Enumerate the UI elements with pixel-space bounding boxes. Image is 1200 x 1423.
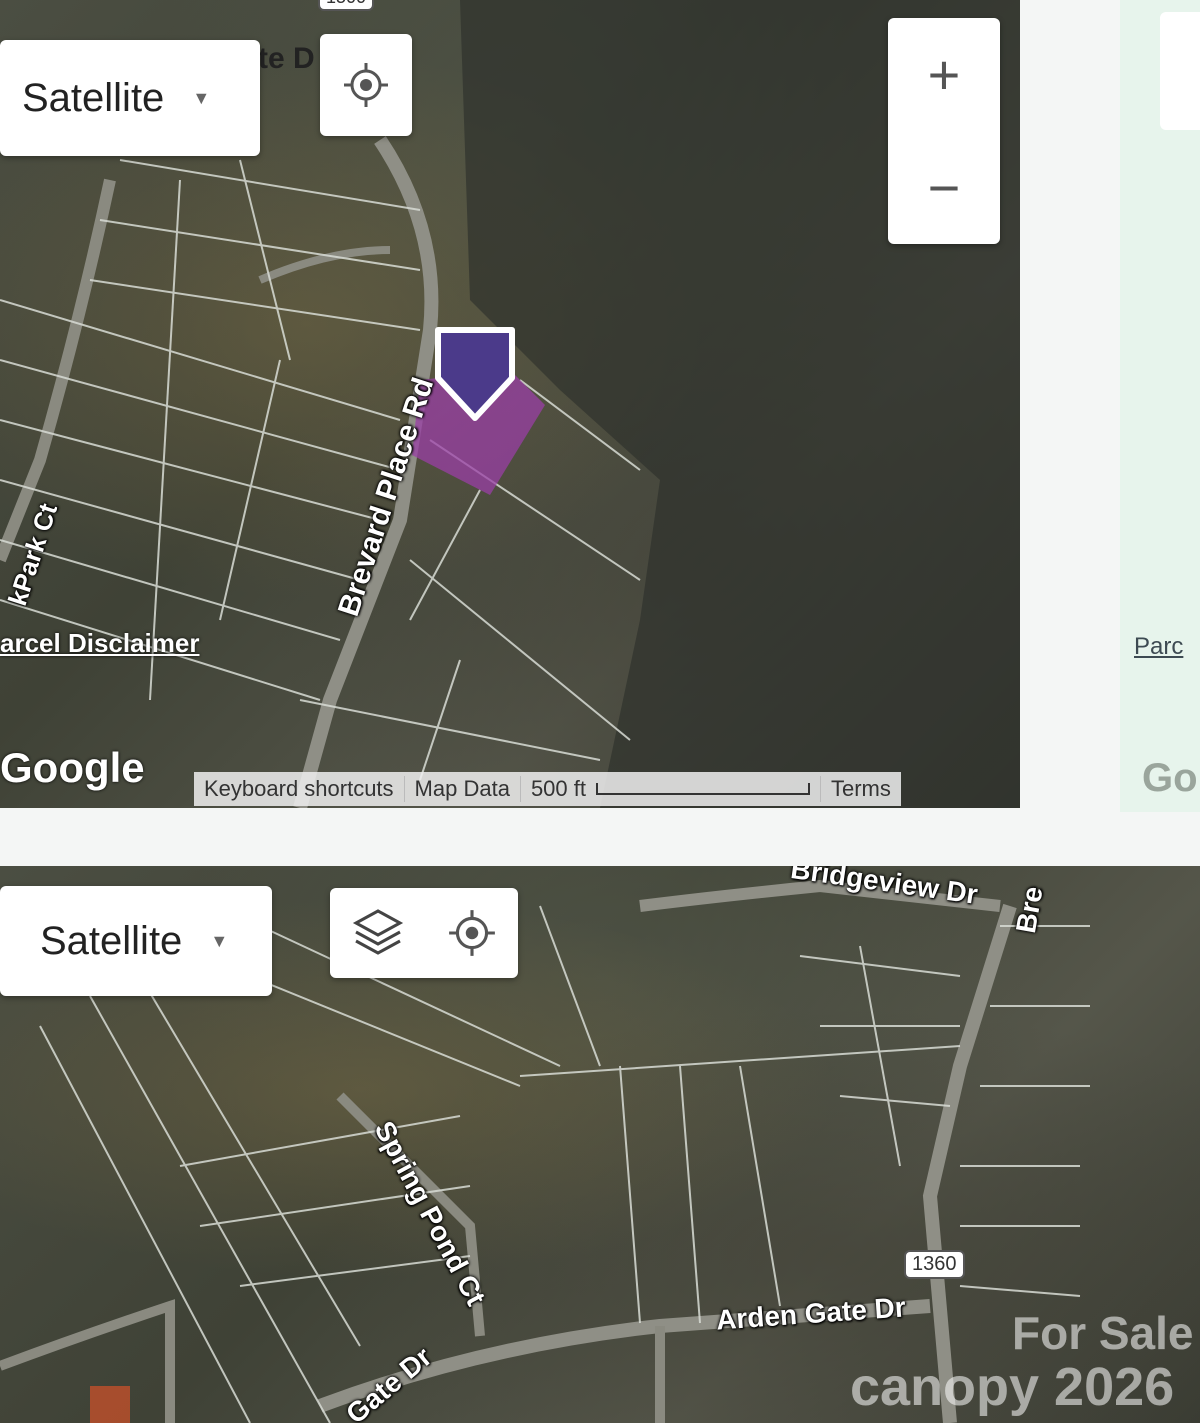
map-footer: Keyboard shortcuts Map Data 500 ft Terms bbox=[194, 772, 901, 806]
side-panel: Parc Go bbox=[1120, 0, 1200, 812]
terms-link[interactable]: Terms bbox=[821, 776, 901, 802]
locate-icon[interactable] bbox=[446, 907, 498, 959]
map-type-label: Satellite bbox=[22, 75, 165, 120]
keyboard-shortcuts-link[interactable]: Keyboard shortcuts bbox=[194, 776, 405, 802]
side-google-logo: Go bbox=[1142, 756, 1198, 800]
scale-bar bbox=[595, 783, 810, 795]
layers-locate-group bbox=[330, 888, 518, 978]
google-logo: Google bbox=[0, 744, 145, 791]
location-marker-icon[interactable] bbox=[430, 322, 520, 432]
top-satellite-map[interactable]: Brevard Place Rd kPark Ct te D 1500 Sate… bbox=[0, 0, 1020, 808]
map-type-dropdown-bottom[interactable]: Satellite ▼ bbox=[0, 886, 272, 996]
zoom-control: + − bbox=[888, 18, 1000, 244]
side-parcel-link[interactable]: Parc bbox=[1134, 633, 1183, 661]
watermark-for-sale: For Sale bbox=[1012, 1307, 1194, 1359]
scale-label[interactable]: 500 ft bbox=[521, 776, 821, 802]
bottom-satellite-map[interactable]: Bridgeview Dr Bre Spring Pond Ct Arden G… bbox=[0, 866, 1200, 1423]
caret-down-icon: ▼ bbox=[192, 87, 211, 108]
caret-down-icon: ▼ bbox=[210, 930, 229, 951]
zoom-out-icon[interactable]: − bbox=[928, 159, 961, 216]
watermark-canopy: canopy 2026 bbox=[850, 1357, 1175, 1417]
map-data-link[interactable]: Map Data bbox=[405, 776, 521, 802]
side-panel-button[interactable] bbox=[1160, 12, 1200, 130]
route-shield-top: 1500 bbox=[318, 0, 375, 11]
road-label-top-cut: te D bbox=[258, 42, 315, 75]
route-shield-1360: 1360 bbox=[904, 1250, 965, 1279]
map-type-label: Satellite bbox=[40, 918, 183, 963]
parcel-disclaimer-link[interactable]: arcel Disclaimer bbox=[0, 628, 199, 659]
zoom-in-icon[interactable]: + bbox=[928, 46, 961, 103]
locate-icon bbox=[344, 63, 388, 107]
locate-button-top[interactable] bbox=[320, 34, 412, 136]
map-type-dropdown-top[interactable]: Satellite ▼ bbox=[0, 40, 260, 156]
layers-icon[interactable] bbox=[350, 905, 406, 961]
